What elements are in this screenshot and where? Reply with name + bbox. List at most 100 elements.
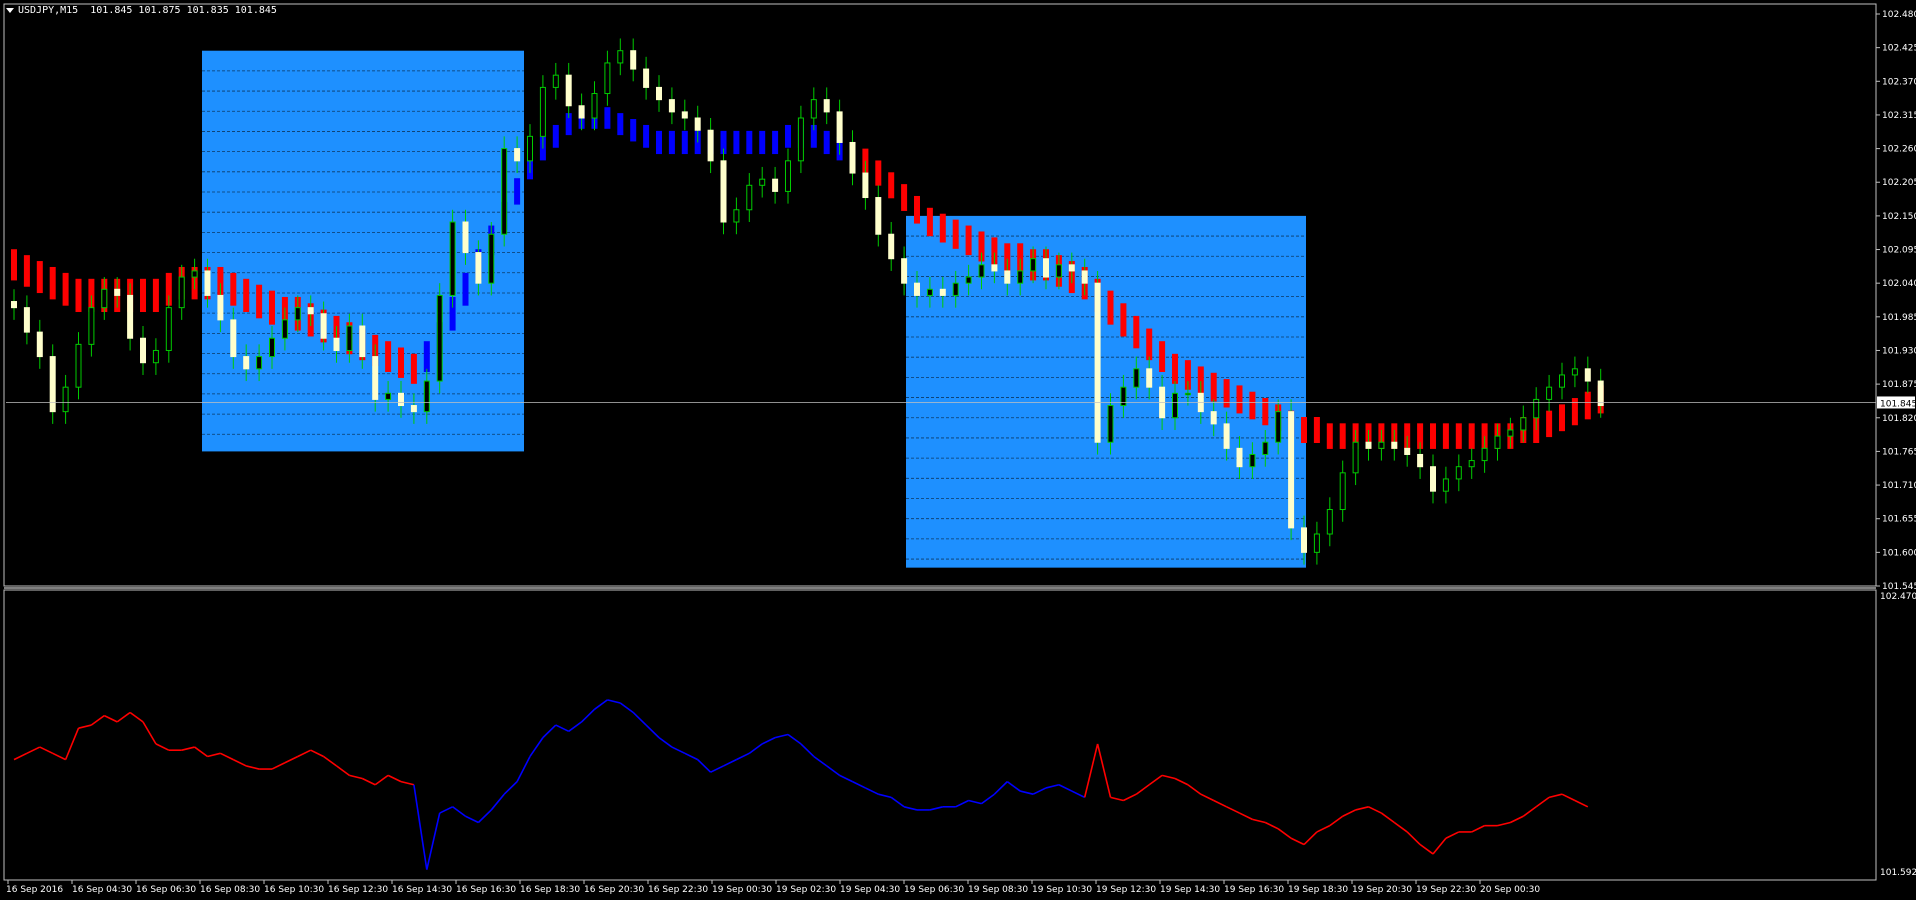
indicator-panel-frame — [3, 589, 1877, 881]
indicator-segment — [39, 746, 54, 755]
indicator-segment — [671, 746, 686, 755]
candle-body — [1133, 368, 1140, 388]
band-bar — [952, 219, 959, 249]
candle-body — [49, 356, 56, 413]
indicator-segment — [1083, 743, 1099, 798]
candle-body — [88, 307, 95, 345]
candle-body — [243, 356, 250, 370]
indicator-axis: 102.4704 101.5926 — [1880, 592, 1916, 878]
price-tick-label: 102.370 — [1882, 77, 1916, 87]
indicator-segment — [1419, 843, 1434, 855]
candle-body — [127, 294, 134, 339]
indicator-segment — [349, 774, 363, 780]
indicator-segment — [929, 806, 943, 811]
indicator-segment — [542, 724, 557, 739]
time-tick-label: 19 Sep 00:30 — [712, 885, 772, 895]
last-price-label: 101.845 — [1880, 399, 1916, 409]
indicator-segment — [13, 752, 28, 761]
indicator-segment — [155, 743, 170, 751]
band-bar — [1339, 423, 1346, 449]
band-bar — [1546, 410, 1553, 438]
indicator-segment — [826, 765, 841, 776]
candle-body — [230, 319, 237, 358]
indicator-segment — [852, 780, 866, 789]
price-tick-label: 102.425 — [1882, 44, 1916, 54]
indicator-segment — [1432, 837, 1447, 855]
indicator-segment — [78, 724, 92, 729]
band-bar — [385, 341, 392, 372]
band-bar — [875, 160, 882, 186]
candle-body — [36, 331, 43, 358]
indicator-segment — [1535, 796, 1550, 808]
indicator-segment — [1497, 821, 1511, 827]
candle-body — [1468, 460, 1475, 468]
price-tick-label: 102.095 — [1882, 246, 1916, 256]
candle-body — [539, 86, 546, 137]
indicator-segment — [993, 781, 1008, 795]
candle-body — [720, 160, 727, 223]
indicator-segment — [181, 746, 195, 751]
price-tick-label: 101.820 — [1882, 414, 1916, 424]
band-bar — [1584, 391, 1591, 420]
candle-body — [1520, 417, 1527, 431]
candle-body — [978, 264, 985, 278]
candle-body — [488, 233, 495, 284]
candle-body — [1313, 533, 1320, 553]
indicator-segment — [465, 815, 479, 824]
indicator-segment — [813, 755, 828, 767]
indicator-segment — [839, 774, 853, 783]
price-tick-label: 102.480 — [1882, 10, 1916, 20]
indicator-segment — [787, 733, 802, 745]
band-bar — [901, 184, 908, 211]
candle-body — [759, 178, 766, 186]
candle-body — [1339, 472, 1346, 511]
candle-body — [1172, 392, 1178, 419]
candle-body — [475, 252, 482, 284]
candle-body — [1184, 392, 1191, 396]
indicator-segment — [1393, 821, 1408, 833]
indicator-segment — [1187, 784, 1202, 795]
candle-body — [1571, 368, 1578, 376]
time-tick-label: 19 Sep 06:30 — [904, 885, 964, 895]
band-bar — [514, 178, 521, 205]
indicator-segment — [26, 746, 41, 755]
indicator-segment — [890, 796, 905, 808]
indicator-segment — [748, 743, 763, 754]
indicator-segment — [452, 806, 466, 817]
band-bar — [1468, 423, 1475, 449]
candle-body — [1094, 282, 1101, 443]
indicator-segment — [1213, 799, 1227, 808]
time-tick-label: 16 Sep 08:30 — [200, 885, 260, 895]
candle-body — [410, 405, 417, 413]
indicator-segment — [477, 809, 492, 824]
band-bar — [656, 130, 662, 155]
indicator-segment — [594, 699, 608, 710]
band-bar — [617, 113, 624, 136]
band-bar — [1313, 417, 1320, 443]
indicator-tick-label: 101.5926 — [1880, 868, 1916, 878]
candle-body — [101, 288, 108, 309]
band-bar — [888, 172, 895, 199]
band-bar — [423, 341, 430, 372]
indicator-segment — [129, 711, 144, 723]
price-tick-label: 102.315 — [1882, 111, 1916, 121]
time-tick-label: 19 Sep 20:30 — [1352, 885, 1412, 895]
indicator-segment — [645, 724, 660, 739]
candle-body — [1107, 405, 1114, 443]
candle-body — [281, 319, 288, 339]
band-bar — [256, 284, 263, 319]
trading-chart[interactable]: 101.845 102.480 102.425 102.370 102.315 102.… — [0, 0, 1916, 900]
indicator-segment — [1406, 831, 1421, 846]
band-bar — [243, 278, 250, 313]
indicator-segment — [619, 702, 634, 714]
candle-body — [681, 111, 688, 119]
indicator-segment — [800, 743, 815, 758]
band-bar — [1249, 391, 1256, 420]
band-bar — [36, 261, 43, 294]
candle-body — [797, 117, 804, 162]
indicator-segment — [968, 799, 982, 805]
band-bar — [23, 255, 30, 287]
time-tick-label: 16 Sep 20:30 — [584, 885, 644, 895]
candle-body — [359, 325, 366, 358]
indicator-segment — [1380, 812, 1395, 824]
